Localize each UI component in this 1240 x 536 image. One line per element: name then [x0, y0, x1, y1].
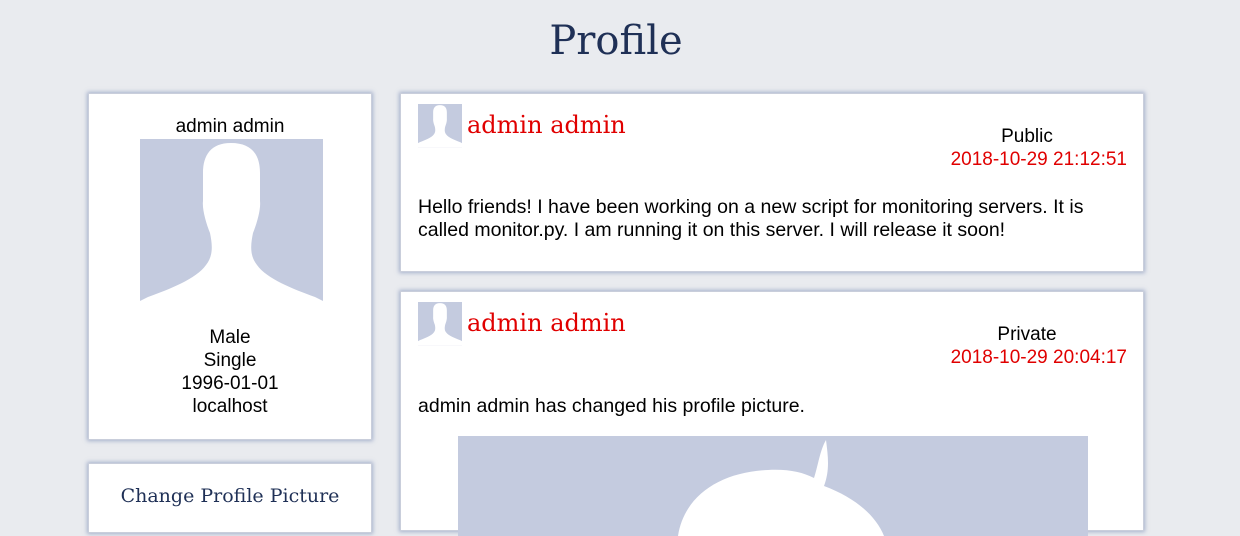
profile-name: admin admin: [175, 116, 285, 137]
post-avatar-icon[interactable]: [418, 302, 462, 346]
profile-birthdate: 1996-01-01: [181, 373, 279, 394]
post-author-link[interactable]: admin admin: [467, 111, 626, 139]
profile-relationship: Single: [203, 350, 257, 371]
change-picture-card: Change Profile Picture: [88, 463, 372, 533]
profile-location: localhost: [192, 396, 268, 417]
profile-card: admin admin Male Single 1996-01-01 local…: [88, 93, 372, 440]
post-timestamp: 2018-10-29 20:04:17: [950, 347, 1127, 368]
post-visibility: Private: [997, 324, 1057, 345]
post-timestamp: 2018-10-29 21:12:51: [950, 149, 1127, 170]
post-author-link[interactable]: admin admin: [467, 309, 626, 337]
post-visibility: Public: [1001, 126, 1053, 147]
profile-gender: Male: [209, 327, 251, 348]
post-profile-picture-icon: [458, 436, 1088, 536]
post-card: admin admin Private 2018-10-29 20:04:17 …: [400, 291, 1144, 536]
page-title: Profile: [549, 18, 683, 64]
post-card: admin admin Public 2018-10-29 21:12:51 H…: [400, 93, 1144, 272]
post-body: Hello friends! I have been working on a …: [418, 196, 1084, 241]
profile-avatar-icon: [140, 139, 323, 321]
change-profile-picture-link[interactable]: Change Profile Picture: [89, 485, 371, 507]
profile-info: Male Single 1996-01-01 localhost: [89, 326, 371, 418]
post-avatar-icon[interactable]: [418, 104, 462, 148]
post-body: admin admin has changed his profile pict…: [418, 395, 805, 417]
